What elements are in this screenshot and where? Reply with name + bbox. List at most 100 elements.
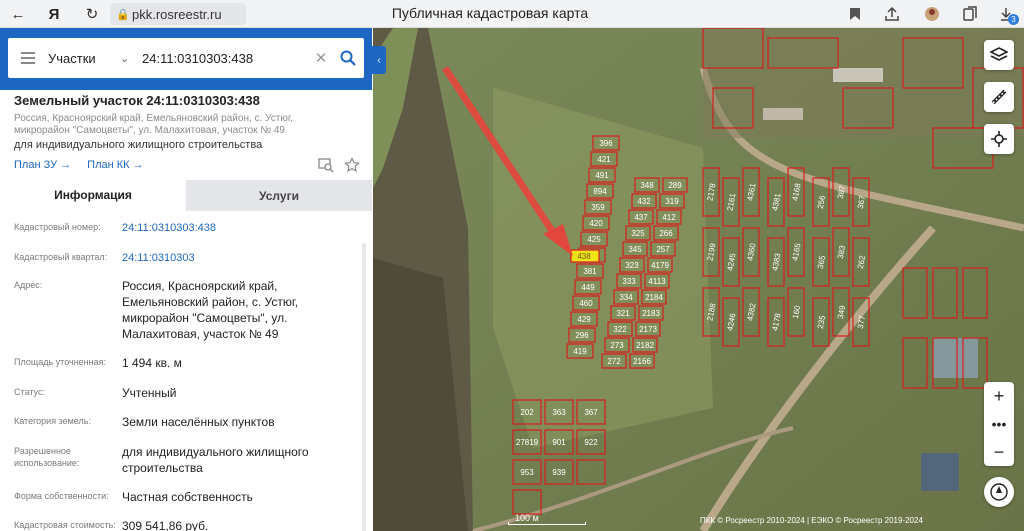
parcel-number-label: 953 (520, 468, 534, 477)
profile-avatar-icon[interactable] (922, 4, 942, 24)
parcel-number-label: 319 (665, 197, 679, 206)
locate-button[interactable] (984, 124, 1014, 154)
compass-button[interactable] (984, 477, 1014, 507)
cadastral-number-link[interactable]: 24:11:0310303:438 (122, 220, 352, 236)
tab-information[interactable]: Информация (0, 180, 186, 211)
cadastral-quarter-link[interactable]: 24:11:0310303 (122, 250, 352, 266)
menu-icon[interactable] (8, 52, 48, 64)
zoom-in-button[interactable]: + (984, 382, 1014, 410)
collapse-panel-button[interactable]: ‹ (372, 46, 386, 74)
parcel-number-label: 421 (597, 155, 611, 164)
parcel-number-label: 432 (637, 197, 651, 206)
parcel-number-label: 419 (573, 347, 587, 356)
parcel-number-label: 4113 (648, 277, 666, 286)
parcel-number-label: 2166 (633, 357, 651, 366)
layers-icon (990, 47, 1008, 61)
tab-services[interactable]: Услуги (186, 180, 372, 211)
parcel-number-label: 333 (622, 277, 636, 286)
collections-icon[interactable] (960, 4, 980, 24)
parcel-number-label: 939 (552, 468, 566, 477)
page-title: Публичная кадастровая карта (391, 5, 589, 21)
parcel-number-label: 2182 (636, 341, 654, 350)
info-row-permitted-use: Разрешенное использование: для индивидуа… (14, 445, 309, 475)
zoom-out-button[interactable]: − (984, 438, 1014, 466)
panel-tabs: Информация Услуги (0, 180, 372, 211)
parcel-number-label: 289 (668, 181, 682, 190)
info-row-address: Адрес: Россия, Красноярский край, Емелья… (14, 279, 299, 341)
parcel-number-label: 325 (631, 229, 645, 238)
clear-icon[interactable]: ✕ (310, 49, 332, 67)
reload-icon[interactable]: ↻ (82, 4, 102, 24)
parcel-number-label: 345 (628, 245, 642, 254)
info-row-land-category: Категория земель: Земли населённых пункт… (14, 415, 275, 429)
parcel-number-label: 381 (583, 267, 597, 276)
info-row-ownership: Форма собственности: Частная собственнос… (14, 490, 253, 504)
parcel-number-label: 323 (625, 261, 639, 270)
scale-bar (508, 522, 586, 525)
downloads-badge: 3 (1008, 14, 1019, 25)
cadastral-map[interactable]: 3964214918943594204254413814494604292964… (373, 28, 1024, 531)
search-button[interactable] (332, 50, 364, 66)
parcel-number-label: 460 (579, 299, 593, 308)
parcel-number-label: 27819 (516, 438, 539, 447)
yandex-icon[interactable]: Я (44, 4, 64, 24)
zoom-controls: + ••• − (984, 382, 1014, 466)
info-row-area: Площадь уточненная: 1 494 кв. м (14, 356, 182, 370)
ruler-icon (991, 89, 1007, 105)
parcel-number-label: 266 (659, 229, 673, 238)
back-icon[interactable]: ← (8, 4, 28, 24)
share-icon[interactable] (882, 4, 902, 24)
info-panel: Участки ⌄ 24:11:0310303:438 ✕ Земельный … (0, 28, 372, 531)
parcel-number-label: 437 (634, 213, 648, 222)
parcel-number-label: 322 (613, 325, 627, 334)
plan-links: План ЗУ → План КК → (14, 159, 144, 171)
layers-button[interactable] (984, 40, 1014, 70)
bookmark-icon[interactable] (845, 4, 865, 24)
parcel-address: Россия, Красноярский край, Емельяновский… (14, 113, 294, 136)
parcel-number-label: 2183 (642, 309, 660, 318)
star-icon[interactable] (344, 157, 360, 173)
parcel-title: Земельный участок 24:11:0310303:438 (14, 93, 260, 108)
search-header: Участки ⌄ 24:11:0310303:438 ✕ (0, 28, 372, 90)
parcel-number-label: 363 (552, 408, 566, 417)
map-canvas[interactable]: 3964214918943594204254413814494604292964… (373, 28, 1024, 531)
parcel-number-label: 491 (595, 171, 609, 180)
parcel-number-label: 273 (610, 341, 624, 350)
parcel-number-label: 901 (552, 438, 566, 447)
compass-icon (990, 483, 1008, 501)
info-row-cadastral-value: Кадастровая стоимость: 309 541,86 руб. (14, 519, 209, 531)
parcel-number-label: 412 (662, 213, 676, 222)
parcel-number-label: 348 (640, 181, 654, 190)
parcel-number-label: 425 (587, 235, 601, 244)
panel-scrollbar[interactable] (362, 243, 366, 531)
search-input[interactable]: 24:11:0310303:438 (138, 51, 310, 66)
search-box: Участки ⌄ 24:11:0310303:438 ✕ (8, 38, 364, 78)
lock-icon: 🔒 (116, 8, 130, 21)
chevron-down-icon[interactable]: ⌄ (120, 52, 138, 65)
search-icon (340, 50, 356, 66)
parcel-number-label: 202 (520, 408, 534, 417)
plan-zu-link[interactable]: План ЗУ → (14, 159, 71, 171)
parcel-number-label: 449 (581, 283, 595, 292)
zoom-to-parcel-icon[interactable] (318, 157, 334, 173)
address-bar[interactable]: 🔒 pkk.rosreestr.ru (110, 3, 246, 25)
parcel-number-label: 396 (599, 139, 613, 148)
parcel-number-label: 420 (589, 219, 603, 228)
ruler-button[interactable] (984, 82, 1014, 112)
crosshair-icon (991, 131, 1007, 147)
more-icon[interactable]: ••• (984, 410, 1014, 438)
parcel-number-label: 257 (656, 245, 670, 254)
plan-kk-link[interactable]: План КК → (87, 159, 143, 171)
parcel-number-label: 2173 (639, 325, 657, 334)
parcel-number-label: 2184 (645, 293, 663, 302)
parcel-number-label: 359 (591, 203, 605, 212)
search-type-select[interactable]: Участки (48, 51, 120, 66)
parcel-permitted-use: для индивидуального жилищного строительс… (14, 139, 263, 151)
parcel-number-label: 922 (584, 438, 598, 447)
map-copyright: ПКК © Росреестр 2010-2024 | ЕЭКО © Росре… (700, 516, 923, 525)
info-row-cadastral-number: Кадастровый номер: 24:11:0310303:438 (0, 220, 366, 236)
info-row-status: Статус: Учтенный (14, 386, 177, 400)
parcel-number-label: 429 (577, 315, 591, 324)
selected-parcel-label: 438 (577, 252, 591, 261)
parcel-number-label: 272 (607, 357, 621, 366)
